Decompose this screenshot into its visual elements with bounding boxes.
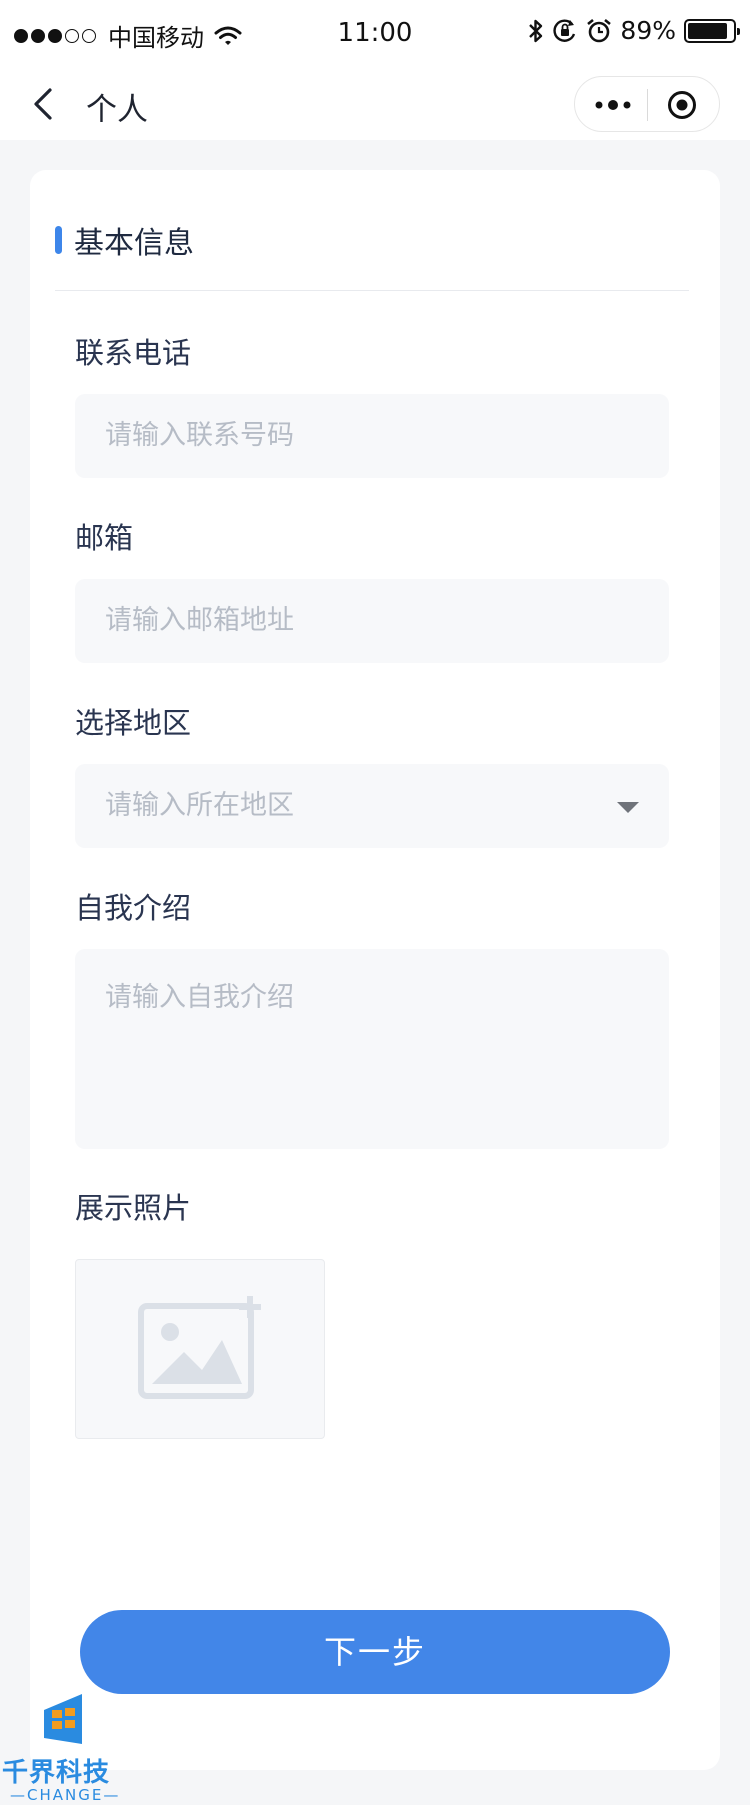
battery-icon xyxy=(684,18,740,43)
region-select[interactable]: 请输入所在地区 xyxy=(75,764,669,848)
add-image-icon xyxy=(138,1296,261,1399)
intro-label: 自我介绍 xyxy=(75,891,192,925)
photo-upload[interactable] xyxy=(75,1259,325,1439)
photo-label: 展示照片 xyxy=(75,1191,192,1225)
next-step-button[interactable]: 下一步 xyxy=(80,1610,670,1694)
intro-textarea[interactable] xyxy=(105,975,639,1125)
email-input[interactable] xyxy=(105,579,639,663)
watermark-sub: —CHANGE— xyxy=(10,1786,121,1804)
email-field[interactable] xyxy=(75,579,669,663)
phone-input[interactable] xyxy=(105,394,639,478)
watermark-brand: 千界科技 xyxy=(2,1758,111,1788)
section-accent-bar xyxy=(55,226,62,254)
phone-label: 联系电话 xyxy=(75,336,192,370)
page-title: 个人 xyxy=(86,92,148,128)
mini-program-capsule xyxy=(574,76,720,132)
rotation-lock-icon xyxy=(553,19,576,42)
more-icon[interactable] xyxy=(593,91,633,119)
section-divider xyxy=(55,290,689,291)
watermark: 千界科技 —CHANGE— xyxy=(0,1688,130,1805)
alarm-icon xyxy=(587,18,612,42)
form-card: 基本信息 联系电话 邮箱 选择地区 请输入所在地区 自我介绍 展示照片 xyxy=(30,170,720,1770)
section-header: 基本信息 xyxy=(55,218,194,262)
email-label: 邮箱 xyxy=(75,521,134,555)
dropdown-arrow-icon xyxy=(617,802,639,813)
battery-percent: 89% xyxy=(620,16,676,45)
phone-field[interactable] xyxy=(75,394,669,478)
nav-bar: 个人 xyxy=(0,68,750,140)
close-target-icon[interactable] xyxy=(666,89,698,121)
capsule-divider xyxy=(647,89,648,121)
region-label: 选择地区 xyxy=(75,706,192,740)
battery-level xyxy=(688,22,728,39)
back-chevron-icon[interactable] xyxy=(26,84,66,124)
region-placeholder: 请输入所在地区 xyxy=(105,790,294,821)
bluetooth-icon xyxy=(529,19,543,42)
section-title: 基本信息 xyxy=(74,226,194,261)
status-bar: 中国移动 11:00 89% xyxy=(0,0,750,68)
brand-logo-icon xyxy=(44,1694,82,1744)
status-right: 89% xyxy=(528,16,740,45)
intro-field[interactable] xyxy=(75,949,669,1149)
